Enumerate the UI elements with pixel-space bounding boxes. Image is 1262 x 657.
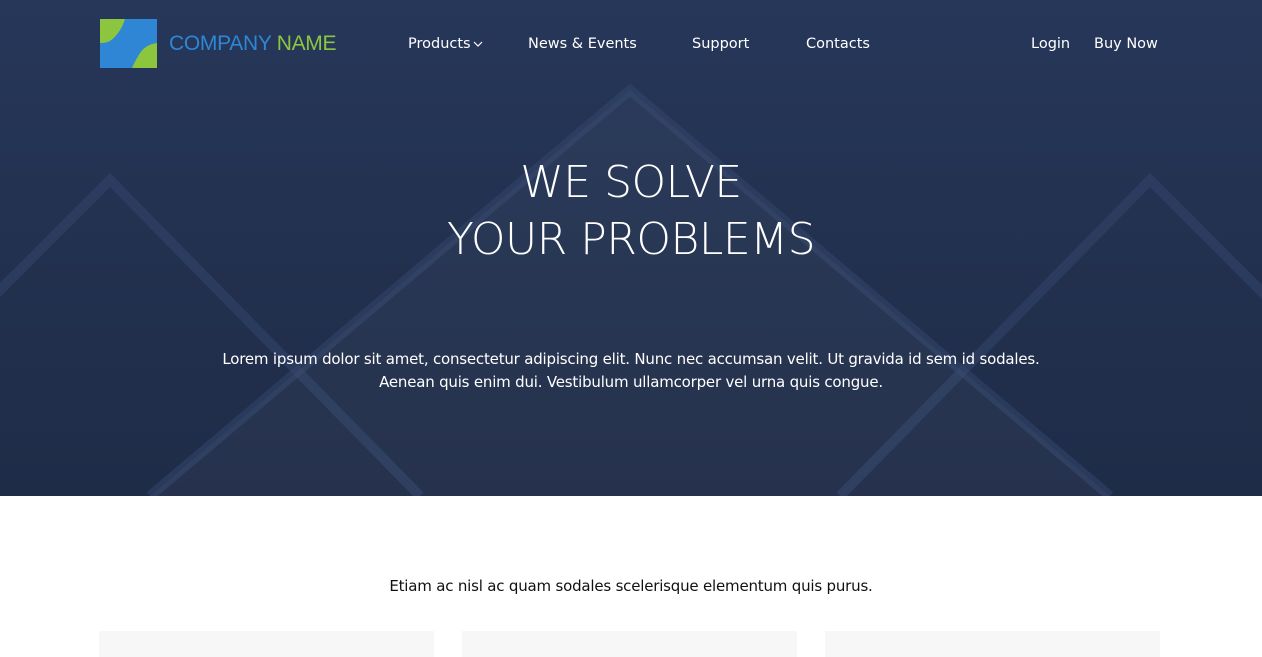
nav-products-label: Products — [408, 36, 471, 52]
company-logo-icon[interactable] — [100, 19, 157, 68]
feature-card-1[interactable] — [99, 631, 434, 657]
hero-text-line2: Aenean quis enim dui. Vestibulum ullamco… — [379, 373, 883, 391]
nav-support[interactable]: Support — [692, 33, 749, 55]
company-name[interactable]: COMPANY NAME — [169, 29, 336, 59]
nav-contacts[interactable]: Contacts — [806, 33, 870, 55]
feature-card-2[interactable] — [462, 631, 797, 657]
chevron-down-icon[interactable] — [473, 40, 483, 48]
company-name-part2: NAME — [276, 32, 337, 55]
login-link[interactable]: Login — [1031, 33, 1070, 55]
buy-now-link[interactable]: Buy Now — [1094, 33, 1158, 55]
nav-products[interactable]: Products — [408, 33, 471, 55]
hero-section: COMPANY NAME Products News & Events Supp… — [0, 0, 1262, 496]
section-heading: Etiam ac nisl ac quam sodales scelerisqu… — [389, 577, 873, 595]
hero-headline-line2: YOUR PROBLEMS — [446, 214, 816, 265]
hero-headline-line1: WE SOLVE — [520, 157, 742, 208]
feature-card-3[interactable] — [825, 631, 1160, 657]
hero-text-line1: Lorem ipsum dolor sit amet, consectetur … — [222, 350, 1040, 368]
nav-news-events[interactable]: News & Events — [528, 33, 637, 55]
company-name-part1: COMPANY — [169, 32, 272, 55]
